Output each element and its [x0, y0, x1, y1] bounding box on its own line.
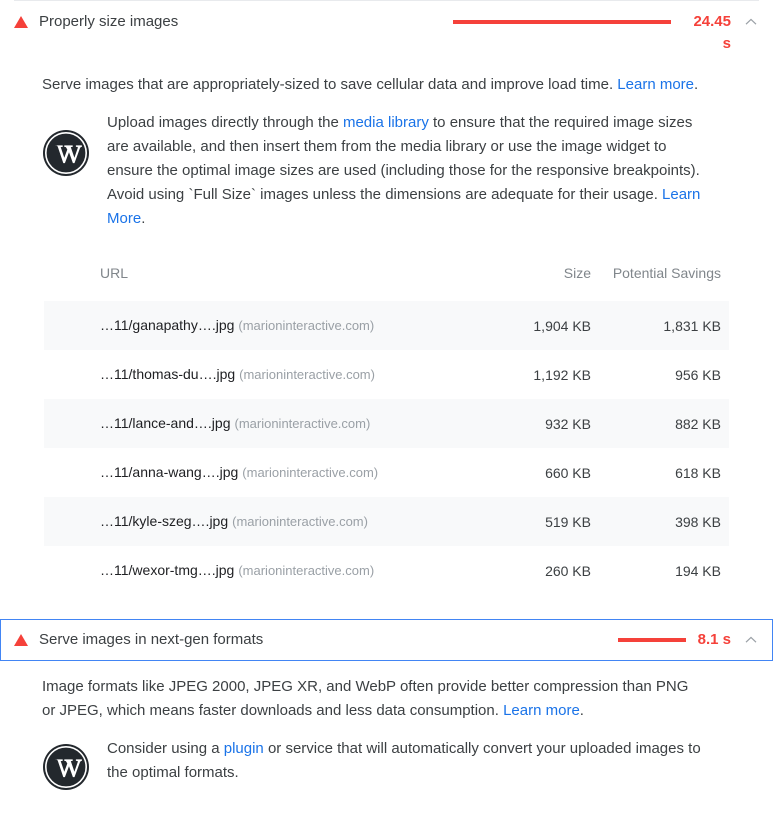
cell-potential-savings: 1,831 KB	[599, 301, 729, 350]
chevron-up-icon[interactable]	[741, 11, 761, 33]
cell-url[interactable]: …11/ganapathy….jpg (marioninteractive.com…	[44, 301, 469, 350]
url-path: …11/lance-and….jpg	[100, 415, 231, 431]
stackpack-part1: Upload images directly through the	[107, 114, 343, 131]
cell-size: 519 KB	[469, 497, 599, 546]
url-path: …11/wexor-tmg….jpg	[100, 562, 235, 578]
audit-duration-bar	[617, 629, 686, 651]
audit-description: Image formats like JPEG 2000, JPEG XR, a…	[42, 675, 703, 723]
audit-description-suffix: .	[694, 76, 699, 93]
table-row: …11/anna-wang….jpg (marioninteractive.com…	[44, 448, 729, 497]
stackpack-wordpress: Upload images directly through the media…	[42, 111, 713, 231]
url-path: …11/kyle-szeg….jpg	[100, 513, 229, 529]
cell-url[interactable]: …11/kyle-szeg….jpg (marioninteractive.com…	[44, 497, 469, 546]
stackpack-part3: .	[141, 210, 146, 227]
audit-duration-unit: s	[722, 35, 731, 52]
cell-size: 1,904 KB	[469, 301, 599, 350]
cell-potential-savings: 618 KB	[675, 464, 721, 481]
audit-duration-bar-fill	[617, 638, 686, 642]
stackpack-text: Upload images directly through the media…	[107, 111, 713, 231]
column-header-url[interactable]: URL	[44, 253, 469, 301]
url-path: …11/ganapathy….jpg	[100, 317, 235, 333]
audit-duration-number: 24.45	[693, 13, 731, 30]
url-path: …11/anna-wang….jpg	[100, 464, 239, 480]
audit-duration-bar	[453, 11, 671, 33]
cell-url[interactable]: …11/anna-wang….jpg (marioninteractive.com…	[44, 448, 469, 497]
wordpress-logo-icon	[42, 743, 90, 791]
url-path: …11/thomas-du….jpg	[100, 366, 236, 382]
cell-size: 932 KB	[469, 399, 599, 448]
cell-potential-savings: 194 KB	[675, 562, 721, 579]
audit-description-text: Image formats like JPEG 2000, JPEG XR, a…	[42, 678, 689, 719]
learn-more-link[interactable]: Learn more	[503, 702, 580, 719]
url-host: (marioninteractive.com)	[238, 563, 375, 578]
cell-potential-savings: 398 KB	[599, 497, 729, 546]
url-host: (marioninteractive.com)	[239, 367, 375, 382]
audit-title: Serve images in next-gen formats	[39, 631, 264, 648]
cell-potential-savings: 956 KB	[675, 366, 721, 383]
table-row: …11/thomas-du….jpg (marioninteractive.com…	[44, 350, 729, 399]
stackpack-text: Consider using a plugin or service that …	[107, 737, 713, 785]
audit-description: Serve images that are appropriately-size…	[42, 73, 713, 97]
audit-duration-value: 8.1 s	[698, 629, 731, 651]
media-library-link[interactable]: media library	[343, 114, 429, 131]
cell-url[interactable]: …11/wexor-tmg….jpg (marioninteractive.com…	[44, 546, 469, 595]
table-row: …11/ganapathy….jpg (marioninteractive.com…	[44, 301, 729, 350]
audit-description-text: Serve images that are appropriately-size…	[42, 76, 618, 93]
cell-size: 260 KB	[545, 562, 591, 579]
audit-score-meta: 8.1 s	[617, 629, 761, 651]
stackpack-part1: Consider using a	[107, 740, 224, 757]
table-row: …11/wexor-tmg….jpg (marioninteractive.com…	[44, 546, 729, 595]
url-host: (marioninteractive.com)	[234, 416, 371, 431]
plugin-link[interactable]: plugin	[224, 740, 264, 757]
table-row: …11/lance-and….jpg (marioninteractive.com…	[44, 399, 729, 448]
column-header-potential-savings[interactable]: Potential Savings	[599, 253, 729, 301]
opportunity-table: URL Size Potential Savings …11/ganapathy…	[44, 253, 729, 595]
audit-duration-unit: s	[722, 631, 731, 648]
column-header-size[interactable]: Size	[469, 253, 599, 301]
table-row: …11/kyle-szeg….jpg (marioninteractive.com…	[44, 497, 729, 546]
table-body: …11/ganapathy….jpg (marioninteractive.com…	[44, 301, 729, 595]
url-host: (marioninteractive.com)	[238, 318, 375, 333]
lighthouse-audit-panel: Properly size images 24.45 s Serve image…	[0, 0, 773, 834]
stackpack-wordpress: Consider using a plugin or service that …	[42, 737, 713, 791]
cell-size: 660 KB	[545, 464, 591, 481]
url-host: (marioninteractive.com)	[242, 465, 379, 480]
audit-section-properly-size-images: Properly size images 24.45 s Serve image…	[0, 0, 773, 595]
warning-triangle-icon	[14, 16, 28, 28]
chevron-up-icon[interactable]	[741, 629, 761, 651]
warning-triangle-icon	[14, 634, 28, 646]
wordpress-logo-icon	[42, 129, 90, 177]
audit-header-properly-size-images[interactable]: Properly size images 24.45 s	[0, 1, 773, 65]
cell-url[interactable]: …11/thomas-du….jpg (marioninteractive.com…	[44, 350, 469, 399]
cell-size: 1,192 KB	[533, 366, 591, 383]
audit-duration-value: 24.45 s	[683, 11, 731, 55]
audit-section-serve-images-next-gen: Serve images in next-gen formats 8.1 s I…	[0, 619, 773, 791]
audit-header-serve-images-next-gen[interactable]: Serve images in next-gen formats 8.1 s	[0, 619, 773, 661]
cell-url[interactable]: …11/lance-and….jpg (marioninteractive.com…	[44, 399, 469, 448]
learn-more-link[interactable]: Learn more	[617, 76, 694, 93]
audit-score-meta: 24.45 s	[453, 11, 761, 55]
url-host: (marioninteractive.com)	[232, 514, 368, 529]
cell-potential-savings: 882 KB	[599, 399, 729, 448]
audit-duration-bar-fill	[453, 20, 671, 24]
audit-description-suffix: .	[579, 702, 584, 719]
audit-title: Properly size images	[39, 13, 179, 30]
audit-duration-number: 8.1	[697, 631, 719, 648]
table-header-row: URL Size Potential Savings	[44, 253, 729, 301]
